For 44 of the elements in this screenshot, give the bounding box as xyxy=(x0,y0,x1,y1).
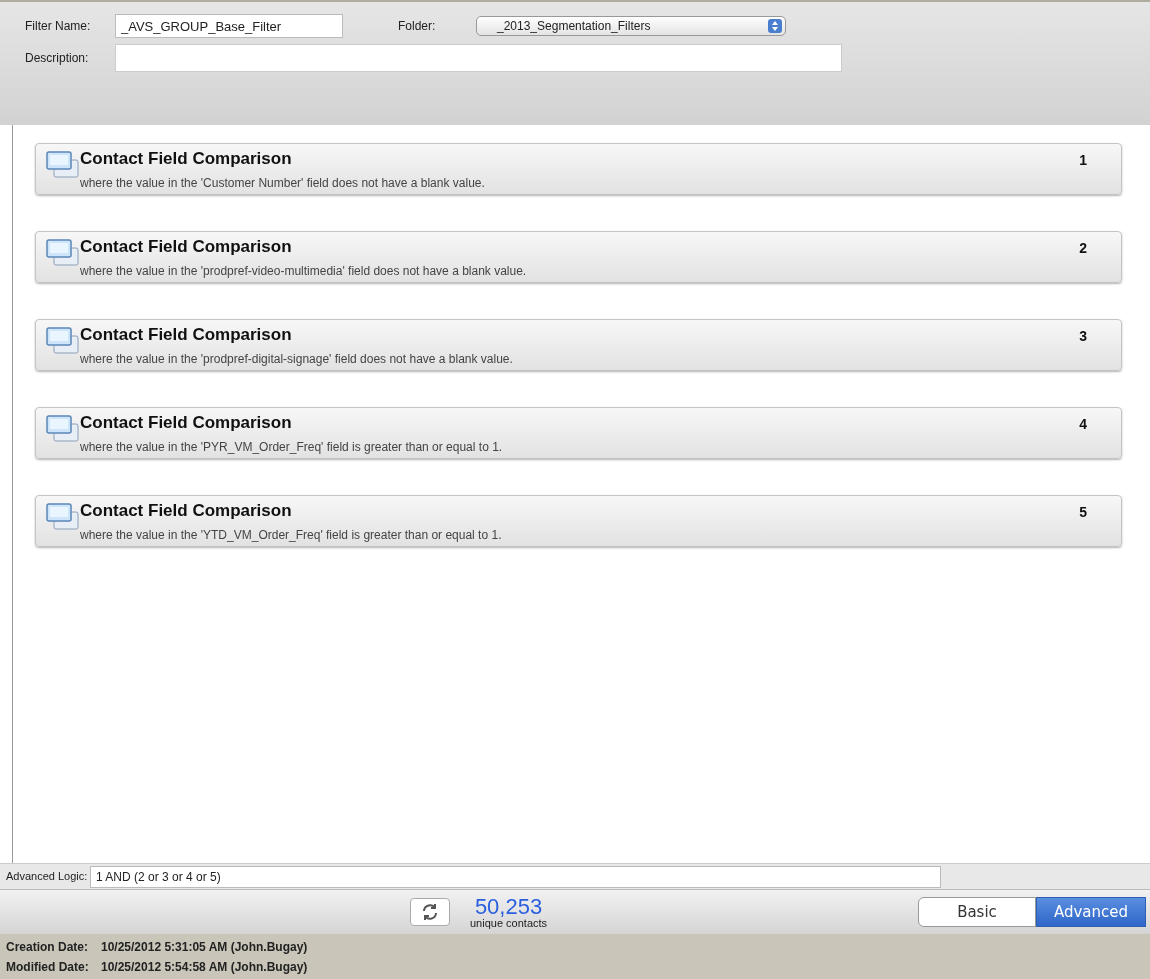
windows-icon xyxy=(46,502,80,532)
mode-tab[interactable]: Basic xyxy=(918,897,1036,927)
windows-icon xyxy=(46,326,80,356)
criterion-detail: where the value in the 'PYR_VM_Order_Freq' field is greater than or equal to 1. xyxy=(80,439,503,456)
refresh-button[interactable] xyxy=(410,898,450,926)
field-label: Folder: xyxy=(398,18,437,35)
field-label: Filter Name: xyxy=(25,18,92,35)
mode-tab[interactable]: Advanced xyxy=(1036,897,1146,927)
field-label: Description: xyxy=(25,50,90,67)
date-value: 10/25/2012 5:31:05 AM (John.Bugay) xyxy=(101,938,308,956)
criterion-card[interactable]: Contact Field Comparison where the value in the 'prodpref-digital-signage' field does not have a blank value. 3 xyxy=(35,319,1122,371)
criterion-detail: where the value in the 'prodpref-digital-signage' field does not have a blank value. xyxy=(80,351,513,368)
stepper-icon xyxy=(768,19,782,33)
criterion-title: Contact Field Comparison xyxy=(80,500,292,522)
windows-icon xyxy=(46,150,80,180)
criterion-detail: where the value in the 'prodpref-video-multimedia' field does not have a blank value. xyxy=(80,263,527,280)
criterion-number: 2 xyxy=(1079,239,1087,258)
folder-dropdown[interactable]: _2013_Segmentation_Filters xyxy=(476,16,786,36)
date-value: 10/25/2012 5:54:58 AM (John.Bugay) xyxy=(101,958,308,976)
criterion-title: Contact Field Comparison xyxy=(80,236,292,258)
criterion-title: Contact Field Comparison xyxy=(80,412,292,434)
criterion-detail: where the value in the 'YTD_VM_Order_Freq' field is greater than or equal to 1. xyxy=(80,527,502,544)
count-caption: unique contacts xyxy=(470,917,548,929)
date-label: Modified Date: xyxy=(6,958,90,976)
criterion-number: 4 xyxy=(1079,415,1087,434)
date-label: Creation Date: xyxy=(6,938,89,956)
filter-name-field[interactable]: _AVS_GROUP_Base_Filter xyxy=(115,14,343,38)
criterion-number: 3 xyxy=(1079,327,1087,346)
windows-icon xyxy=(46,238,80,268)
criterion-card[interactable]: Contact Field Comparison where the value in the 'PYR_VM_Order_Freq' field is greater than or equal to 1. 4 xyxy=(35,407,1122,459)
field-label: Advanced Logic: xyxy=(6,869,89,885)
criterion-card[interactable]: Contact Field Comparison where the value in the 'prodpref-video-multimedia' field does not have a blank value. 2 xyxy=(35,231,1122,283)
criterion-card[interactable]: Contact Field Comparison where the value in the 'YTD_VM_Order_Freq' field is greater than or equal to 1. 5 xyxy=(35,495,1122,547)
criterion-number: 5 xyxy=(1079,503,1087,522)
advanced-logic-field[interactable]: 1 AND (2 or 3 or 4 or 5) xyxy=(90,865,941,888)
contact-count: 50,253 xyxy=(474,895,543,918)
criterion-card[interactable]: Contact Field Comparison where the value in the 'Customer Number' field does not have a blank value. 1 xyxy=(35,143,1122,195)
windows-icon xyxy=(46,414,80,444)
criterion-title: Contact Field Comparison xyxy=(80,148,292,170)
criterion-detail: where the value in the 'Customer Number' field does not have a blank value. xyxy=(80,175,485,192)
refresh-icon xyxy=(420,902,440,922)
criterion-title: Contact Field Comparison xyxy=(80,324,292,346)
criterion-number: 1 xyxy=(1079,151,1087,170)
description-field[interactable] xyxy=(115,44,842,72)
